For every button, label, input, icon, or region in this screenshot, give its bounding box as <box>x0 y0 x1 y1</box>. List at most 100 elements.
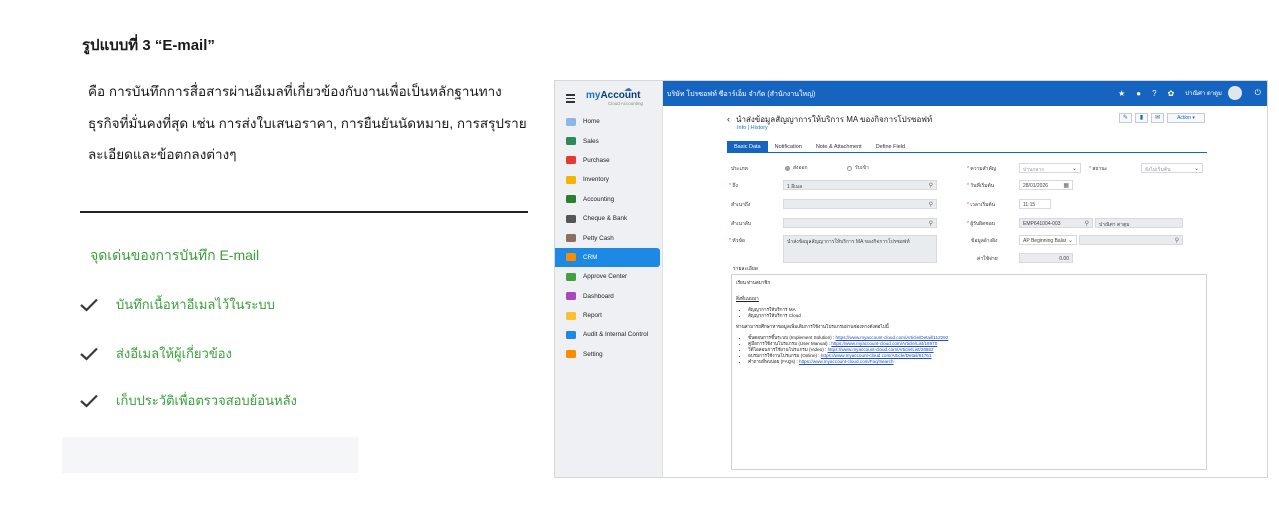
placeholder-box <box>62 437 358 473</box>
ref-search-field[interactable]: ⚲ <box>1079 235 1183 245</box>
sidebar-item-sales[interactable]: Sales <box>555 131 662 150</box>
search-icon: ⚲ <box>928 221 933 227</box>
sidebar-item-label: Petty Cash <box>583 234 614 242</box>
list-item: คำถามที่พบบ่อย (FAQs) : https://www.myac… <box>748 359 1202 365</box>
home-icon <box>566 117 576 126</box>
feature-item: ส่งอีเมลให้ผู้เกี่ยวข้อง <box>80 343 232 364</box>
hamburger-icon[interactable] <box>566 94 575 105</box>
feature-item: บันทึกเนื้อหาอีเมลไว้ในระบบ <box>80 294 275 315</box>
subject-field[interactable]: นำส่งข้อมูลสัญญาการให้บริการ MA ของกิจกา… <box>783 235 937 263</box>
resource-link[interactable]: https://www.myaccount-cloud.com/Article/… <box>828 347 934 352</box>
search-icon: ⚲ <box>1084 221 1089 227</box>
ref-label: ข้อมูลอ้างอิง <box>971 238 998 244</box>
sidebar-item-label: Report <box>583 312 602 320</box>
attachment-list: สัญญาการให้บริการ MA สัญญาการให้บริการ C… <box>736 307 1202 319</box>
article-divider <box>80 211 528 213</box>
start-time-field[interactable]: 11:15 <box>1019 199 1051 209</box>
cc-field[interactable]: ⚲ <box>783 199 937 209</box>
sidebar-item-petty-cash[interactable]: Petty Cash <box>555 228 662 247</box>
sales-icon <box>566 137 576 146</box>
sidebar-item-label: Setting <box>583 350 603 358</box>
sidebar-item-label: Purchase <box>583 156 610 164</box>
tab-bar: Basic Data Notification Note & Attachmen… <box>727 141 1207 153</box>
sidebar-item-home[interactable]: Home <box>555 112 662 131</box>
user-name[interactable]: ปาณิศา ตาตูม <box>1185 88 1222 98</box>
radio-receive[interactable]: รับเข้า <box>847 164 869 172</box>
delete-icon[interactable]: ▮ <box>1135 113 1148 123</box>
detail-editor[interactable]: เรียน ท่านสมาชิก สิ่งที่แนบมา สัญญาการให… <box>731 274 1207 470</box>
radio-send[interactable]: ส่งออก <box>785 164 808 172</box>
search-icon: ⚲ <box>1174 238 1179 244</box>
article-description: คือ การบันทึกการสื่อสารผ่านอีเมลที่เกี่ย… <box>88 84 527 162</box>
action-button[interactable]: Action ▾ <box>1167 113 1205 123</box>
tab-note-attachment[interactable]: Note & Attachment <box>809 141 869 152</box>
bank-icon <box>566 214 576 223</box>
info-history-links[interactable]: Info | History <box>737 125 768 131</box>
start-date-label: * วันที่เริ่มต้น <box>967 183 995 189</box>
article-heading: รูปแบบที่ 3 “E-mail” <box>82 37 215 54</box>
sidebar-item-purchase[interactable]: Purchase <box>555 151 662 170</box>
feature-item: เก็บประวัติเพื่อตรวจสอบย้อนหลัง <box>80 390 297 411</box>
cloud-icon: ☁ <box>624 84 632 93</box>
owner-label: * ผู้รับผิดชอบ <box>967 221 995 227</box>
owner-code-field[interactable]: EMP641004-003 ⚲ <box>1019 218 1093 228</box>
check-icon <box>80 394 98 408</box>
bell-icon[interactable]: ● <box>1136 89 1141 98</box>
priority-select[interactable]: ปานกลาง ⌄ <box>1019 163 1081 173</box>
tab-basic-data[interactable]: Basic Data <box>727 141 768 152</box>
back-icon[interactable]: ‹ <box>727 114 730 124</box>
check-icon <box>80 347 98 361</box>
sidebar-item-report[interactable]: Report <box>555 306 662 325</box>
cart-icon <box>566 156 576 165</box>
setting-icon <box>566 350 576 359</box>
sidebar-item-setting[interactable]: Setting <box>555 345 662 364</box>
calendar-icon: ▦ <box>1063 183 1069 189</box>
company-name[interactable]: บริษัท โปรซอฟท์ ซีอาร์เอ็ม จำกัด (สำนักง… <box>667 89 815 100</box>
type-label: ประเภท <box>731 166 748 172</box>
document-actions: ✎ ▮ ✉ Action ▾ <box>1119 113 1205 123</box>
sidebar-item-approve-center[interactable]: Approve Center <box>555 267 662 286</box>
sidebar-item-label: CRM <box>583 253 598 261</box>
edit-icon[interactable]: ✎ <box>1119 113 1132 123</box>
sidebar-item-accounting[interactable]: Accounting <box>555 190 662 209</box>
star-icon[interactable]: ★ <box>1118 89 1125 98</box>
start-date-field[interactable]: 28/01/2026 ▦ <box>1019 180 1073 190</box>
gear-icon[interactable]: ✿ <box>1168 89 1175 98</box>
sidebar-item-dashboard[interactable]: Dashboard <box>555 287 662 306</box>
sidebar-nav: Home Sales Purchase Inventory Accounting Cheq… <box>555 112 662 364</box>
sidebar-item-audit-internal-control[interactable]: Audit & Internal Control <box>555 325 662 344</box>
bcc-field[interactable]: ⚲ <box>783 218 937 228</box>
tab-notification[interactable]: Notification <box>768 141 809 152</box>
to-label: * ถึง <box>729 183 738 189</box>
feature-label: ส่งอีเมลให้ผู้เกี่ยวข้อง <box>116 346 232 361</box>
box-icon <box>566 175 576 184</box>
status-select[interactable]: ยังไม่เริ่มต้น ⌄ <box>1141 163 1203 173</box>
priority-label: * ความสำคัญ <box>967 166 997 172</box>
report-icon <box>566 311 576 320</box>
search-icon: ⚲ <box>928 202 933 208</box>
ref-select[interactable]: AP Beginning Balar ⌄ <box>1019 235 1077 245</box>
search-icon: ⚲ <box>928 183 933 189</box>
resource-link[interactable]: https://www.myaccount-cloud.com/Article/… <box>836 335 949 340</box>
resource-link[interactable]: https://www.myaccount-cloud.com/Faq/Sear… <box>799 359 893 364</box>
cost-label: ค่าใช้จ่าย <box>977 256 998 262</box>
resource-links: ขั้นตอนการขึ้นระบบ (Implement Solution) … <box>736 335 1202 365</box>
to-field[interactable]: 1 อีเมล ⚲ <box>783 180 937 190</box>
resource-link[interactable]: https://www.myaccount-cloud.com/Article/… <box>831 341 937 346</box>
cost-field[interactable]: 0.00 <box>1019 253 1073 263</box>
help-icon[interactable]: ? <box>1152 89 1156 98</box>
features-title: จุดเด่นของการบันทึก E-mail <box>90 247 260 263</box>
mail-icon[interactable]: ✉ <box>1151 113 1164 123</box>
sidebar-item-cheque-bank[interactable]: Cheque & Bank <box>555 209 662 228</box>
resource-link[interactable]: https://www.myaccount-cloud.com/Article/… <box>821 353 932 358</box>
ledger-icon <box>566 195 576 204</box>
top-bar: บริษัท โปรซอฟท์ ซีอาร์เอ็ม จำกัด (สำนักง… <box>663 81 1267 106</box>
avatar[interactable] <box>1228 86 1242 100</box>
tab-define-field[interactable]: Define Field <box>869 141 912 152</box>
sidebar-item-crm[interactable]: CRM <box>555 247 660 268</box>
power-icon[interactable]: ⏻ <box>1255 88 1261 98</box>
app-logo[interactable]: ☁ myAccount Cloud Accounting <box>586 84 643 106</box>
sidebar-item-inventory[interactable]: Inventory <box>555 170 662 189</box>
detail-label: รายละเอียด <box>733 266 759 272</box>
app-screenshot: ☁ myAccount Cloud Accounting Home Sales Pu… <box>554 80 1268 478</box>
